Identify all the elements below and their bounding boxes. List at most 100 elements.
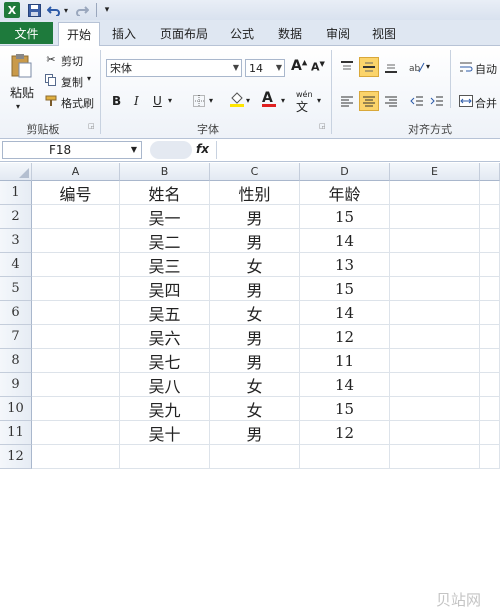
align-right-icon[interactable] bbox=[382, 92, 400, 110]
row-header-1[interactable]: 1 bbox=[0, 181, 32, 205]
row-header-12[interactable]: 12 bbox=[0, 445, 32, 469]
gender-cell[interactable]: 男 bbox=[210, 205, 300, 229]
underline-button[interactable]: U bbox=[153, 94, 162, 108]
cell[interactable] bbox=[32, 301, 120, 325]
scissors-icon[interactable]: ✂ bbox=[44, 52, 58, 66]
name-cell[interactable]: 吴六 bbox=[120, 325, 210, 349]
age-cell[interactable]: 14 bbox=[300, 373, 390, 397]
row-header-10[interactable]: 10 bbox=[0, 397, 32, 421]
cell[interactable] bbox=[480, 205, 500, 229]
age-cell[interactable]: 12 bbox=[300, 325, 390, 349]
tab-view[interactable]: 视图 bbox=[364, 22, 404, 44]
undo-dropdown-icon[interactable]: ▾ bbox=[62, 2, 70, 18]
decrease-indent-icon[interactable] bbox=[408, 92, 426, 110]
merge-center-icon[interactable] bbox=[457, 92, 475, 110]
header-cell-b[interactable]: 姓名 bbox=[120, 181, 210, 205]
row-header-2[interactable]: 2 bbox=[0, 205, 32, 229]
cell[interactable] bbox=[32, 253, 120, 277]
align-top-icon[interactable] bbox=[338, 58, 356, 76]
cell[interactable] bbox=[32, 373, 120, 397]
italic-button[interactable]: I bbox=[134, 94, 139, 108]
name-box[interactable]: F18 ▼ bbox=[2, 141, 142, 159]
age-cell[interactable]: 14 bbox=[300, 229, 390, 253]
name-cell[interactable]: 吴九 bbox=[120, 397, 210, 421]
column-header-e[interactable]: E bbox=[390, 163, 480, 181]
row-header-8[interactable]: 8 bbox=[0, 349, 32, 373]
column-header-c[interactable]: C bbox=[210, 163, 300, 181]
name-cell[interactable]: 吴四 bbox=[120, 277, 210, 301]
font-color-button[interactable]: A bbox=[262, 90, 276, 107]
cell[interactable] bbox=[32, 421, 120, 445]
tab-formulas[interactable]: 公式 bbox=[222, 22, 262, 44]
fill-color-dropdown-icon[interactable]: ▾ bbox=[246, 96, 250, 105]
cell[interactable] bbox=[480, 229, 500, 253]
wrap-text-icon[interactable] bbox=[457, 58, 475, 76]
phonetic-button[interactable]: wén 文 bbox=[296, 90, 313, 115]
orientation-dropdown-icon[interactable]: ▾ bbox=[426, 62, 430, 71]
bold-button[interactable]: B bbox=[112, 94, 121, 108]
gender-cell[interactable]: 女 bbox=[210, 397, 300, 421]
orientation-icon[interactable]: ab bbox=[408, 58, 426, 76]
age-cell[interactable]: 13 bbox=[300, 253, 390, 277]
align-left-icon[interactable] bbox=[338, 92, 356, 110]
row-header-3[interactable]: 3 bbox=[0, 229, 32, 253]
cell[interactable] bbox=[32, 349, 120, 373]
format-painter-button[interactable]: 格式刷 bbox=[61, 95, 94, 111]
gender-cell[interactable]: 男 bbox=[210, 229, 300, 253]
font-launcher-icon[interactable]: ◲ bbox=[319, 122, 326, 130]
cell[interactable] bbox=[300, 445, 390, 469]
column-header-f[interactable] bbox=[480, 163, 500, 181]
header-cell-c[interactable]: 性别 bbox=[210, 181, 300, 205]
copy-button[interactable]: 复制 bbox=[61, 74, 83, 90]
cell[interactable] bbox=[390, 205, 480, 229]
customize-icon[interactable]: ▾ bbox=[102, 2, 112, 18]
align-center-icon[interactable] bbox=[359, 91, 379, 111]
gender-cell[interactable]: 男 bbox=[210, 277, 300, 301]
formula-input[interactable] bbox=[216, 141, 500, 159]
name-cell[interactable]: 吴一 bbox=[120, 205, 210, 229]
font-size-combo[interactable]: 14 ▼ bbox=[245, 59, 285, 77]
cell[interactable] bbox=[390, 277, 480, 301]
insert-function-button[interactable]: fx bbox=[196, 142, 209, 156]
name-cell[interactable]: 吴七 bbox=[120, 349, 210, 373]
column-header-a[interactable]: A bbox=[32, 163, 120, 181]
cell[interactable] bbox=[390, 373, 480, 397]
cell[interactable] bbox=[32, 325, 120, 349]
copy-icon[interactable] bbox=[44, 73, 58, 87]
gender-cell[interactable]: 男 bbox=[210, 349, 300, 373]
cut-button[interactable]: 剪切 bbox=[61, 53, 83, 69]
cell[interactable] bbox=[120, 445, 210, 469]
tab-data[interactable]: 数据 bbox=[270, 22, 310, 44]
name-cell[interactable]: 吴八 bbox=[120, 373, 210, 397]
merge-button[interactable]: 合并 bbox=[475, 95, 497, 111]
select-all-corner[interactable] bbox=[0, 163, 32, 181]
gender-cell[interactable]: 女 bbox=[210, 253, 300, 277]
gender-cell[interactable]: 女 bbox=[210, 373, 300, 397]
cell[interactable] bbox=[480, 373, 500, 397]
cell[interactable] bbox=[32, 205, 120, 229]
cell[interactable] bbox=[390, 349, 480, 373]
tab-review[interactable]: 审阅 bbox=[318, 22, 358, 44]
cell[interactable] bbox=[480, 277, 500, 301]
tab-page-layout[interactable]: 页面布局 bbox=[154, 22, 214, 44]
cell[interactable] bbox=[390, 181, 480, 205]
tab-home[interactable]: 开始 bbox=[58, 22, 100, 46]
row-header-4[interactable]: 4 bbox=[0, 253, 32, 277]
chevron-down-icon[interactable]: ▼ bbox=[131, 145, 137, 154]
redo-icon[interactable] bbox=[74, 2, 90, 18]
underline-dropdown-icon[interactable]: ▾ bbox=[168, 96, 172, 105]
chevron-down-icon[interactable]: ▼ bbox=[276, 63, 282, 72]
age-cell[interactable]: 15 bbox=[300, 277, 390, 301]
cell[interactable] bbox=[480, 421, 500, 445]
copy-dropdown-icon[interactable]: ▾ bbox=[87, 74, 91, 83]
age-cell[interactable]: 15 bbox=[300, 397, 390, 421]
cell[interactable] bbox=[390, 421, 480, 445]
name-cell[interactable]: 吴三 bbox=[120, 253, 210, 277]
cell[interactable] bbox=[480, 253, 500, 277]
tab-file[interactable]: 文件 bbox=[0, 22, 53, 44]
gender-cell[interactable]: 男 bbox=[210, 421, 300, 445]
gender-cell[interactable]: 女 bbox=[210, 301, 300, 325]
cell[interactable] bbox=[390, 445, 480, 469]
gender-cell[interactable]: 男 bbox=[210, 325, 300, 349]
cell[interactable] bbox=[480, 397, 500, 421]
